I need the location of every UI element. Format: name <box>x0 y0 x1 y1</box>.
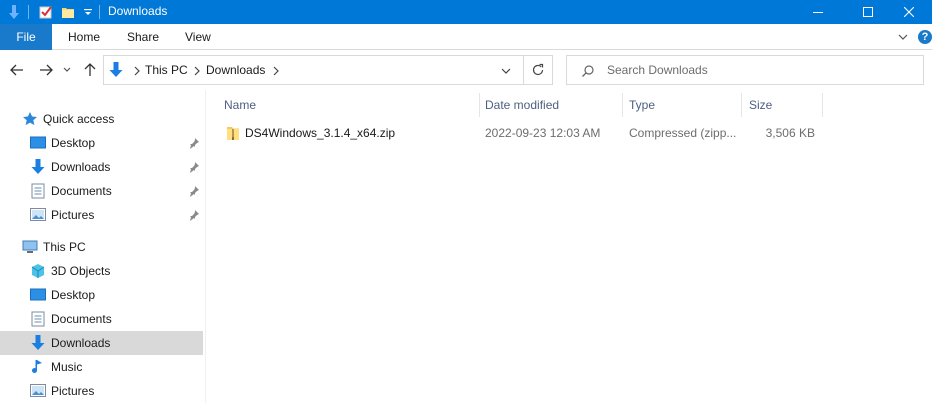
pane-divider[interactable] <box>205 90 206 403</box>
down-arrow-icon[interactable] <box>4 0 24 24</box>
minimize-button[interactable] <box>795 0 841 24</box>
nav-pc-music[interactable]: Music <box>0 355 203 379</box>
minimize-icon <box>813 12 823 13</box>
nav-label: Downloads <box>51 160 111 174</box>
refresh-icon <box>532 63 544 76</box>
file-type: Compressed (zipp... <box>629 126 737 140</box>
nav-label: Quick access <box>43 112 115 126</box>
address-bar[interactable]: This PC Downloads <box>103 55 524 85</box>
nav-pc-3d-objects[interactable]: 3D Objects <box>0 259 203 283</box>
column-header-name[interactable]: Name <box>224 93 256 117</box>
column-divider[interactable] <box>479 93 480 117</box>
recent-locations-button[interactable] <box>60 60 74 80</box>
file-date-modified: 2022-09-23 12:03 AM <box>485 126 601 140</box>
nav-label: Pictures <box>51 208 95 222</box>
title-bar: Downloads <box>0 0 932 24</box>
nav-quick-pictures[interactable]: Pictures <box>0 203 203 227</box>
properties-icon[interactable] <box>36 0 56 24</box>
nav-label: Music <box>51 360 83 374</box>
maximize-button[interactable] <box>845 0 891 24</box>
forward-arrow-icon <box>40 64 53 76</box>
3d-objects-icon <box>30 263 46 279</box>
chevron-right-icon[interactable] <box>193 65 201 76</box>
forward-button[interactable] <box>36 60 56 80</box>
pictures-icon <box>30 207 46 223</box>
close-button[interactable] <box>886 0 932 24</box>
window-title: Downloads <box>108 4 168 18</box>
tab-view[interactable]: View <box>185 24 211 50</box>
pin-icon[interactable] <box>188 161 200 173</box>
column-divider[interactable] <box>741 93 742 117</box>
downloads-icon <box>109 62 123 78</box>
breadcrumb-this-pc[interactable]: This PC <box>145 56 188 84</box>
desktop-icon <box>30 135 46 151</box>
search-icon <box>581 64 595 78</box>
back-arrow-icon <box>10 64 23 76</box>
close-icon <box>904 7 914 17</box>
nav-label: Documents <box>51 312 112 326</box>
nav-quick-documents[interactable]: Documents <box>0 179 203 203</box>
chevron-down-icon <box>501 68 511 74</box>
maximize-icon <box>863 7 873 17</box>
breadcrumb-downloads[interactable]: Downloads <box>206 56 265 84</box>
nav-pc-documents[interactable]: Documents <box>0 307 203 331</box>
up-arrow-icon <box>84 63 96 76</box>
address-history-dropdown[interactable] <box>500 65 512 75</box>
nav-label: 3D Objects <box>51 264 111 278</box>
nav-quick-access[interactable]: Quick access <box>0 107 203 131</box>
new-folder-icon[interactable] <box>58 0 78 24</box>
pin-icon[interactable] <box>188 209 200 221</box>
documents-icon <box>30 311 46 327</box>
file-name: DS4Windows_3.1.4_x64.zip <box>245 126 396 140</box>
nav-label: Downloads <box>51 336 111 350</box>
documents-icon <box>30 183 46 199</box>
nav-label: Documents <box>51 184 112 198</box>
zip-folder-icon <box>226 125 240 141</box>
expand-ribbon-icon[interactable] <box>896 30 910 44</box>
nav-pc-desktop[interactable]: Desktop <box>0 283 203 307</box>
chevron-down-icon <box>63 67 71 72</box>
up-button[interactable] <box>80 60 100 80</box>
column-header-size[interactable]: Size <box>749 93 772 117</box>
file-size: 3,506 KB <box>765 126 815 140</box>
title-separator <box>99 5 100 19</box>
chevron-right-icon[interactable] <box>133 65 141 76</box>
downloads-icon <box>30 335 46 351</box>
refresh-button[interactable] <box>524 55 553 85</box>
column-divider[interactable] <box>622 93 623 117</box>
tab-share[interactable]: Share <box>127 24 159 50</box>
column-divider[interactable] <box>822 93 823 117</box>
tab-file[interactable]: File <box>0 24 52 50</box>
star-icon <box>22 111 38 127</box>
title-separator <box>28 5 29 19</box>
computer-icon <box>22 239 38 255</box>
nav-pc-pictures[interactable]: Pictures <box>0 379 203 403</box>
search-box[interactable]: Search Downloads <box>566 55 924 85</box>
nav-label: Desktop <box>51 288 96 302</box>
customize-dropdown-icon[interactable] <box>80 0 96 24</box>
chevron-right-icon[interactable] <box>272 65 280 76</box>
nav-quick-downloads[interactable]: Downloads <box>0 155 203 179</box>
pin-icon[interactable] <box>188 137 200 149</box>
nav-label: Pictures <box>51 384 95 398</box>
table-row[interactable]: DS4Windows_3.1.4_x64.zip 2022-09-23 12:0… <box>218 121 824 145</box>
column-header-type[interactable]: Type <box>629 93 655 117</box>
nav-quick-desktop[interactable]: Desktop <box>0 131 203 155</box>
desktop-icon <box>30 287 46 303</box>
back-button[interactable] <box>7 60 27 80</box>
pictures-icon <box>30 383 46 399</box>
music-icon <box>30 359 46 375</box>
column-header-date-modified[interactable]: Date modified <box>485 93 559 117</box>
ribbon-tabs: File Home Share View ? <box>0 24 932 50</box>
help-button[interactable]: ? <box>918 30 932 44</box>
nav-pc-downloads[interactable]: Downloads <box>0 331 203 355</box>
tab-home[interactable]: Home <box>68 24 100 50</box>
pin-icon[interactable] <box>188 185 200 197</box>
nav-this-pc[interactable]: This PC <box>0 235 203 259</box>
navigation-pane: Quick access Desktop Downloads Documents <box>0 95 203 403</box>
search-input[interactable]: Search Downloads <box>607 56 708 84</box>
nav-label: This PC <box>43 240 86 254</box>
nav-label: Desktop <box>51 136 96 150</box>
downloads-icon <box>30 159 46 175</box>
